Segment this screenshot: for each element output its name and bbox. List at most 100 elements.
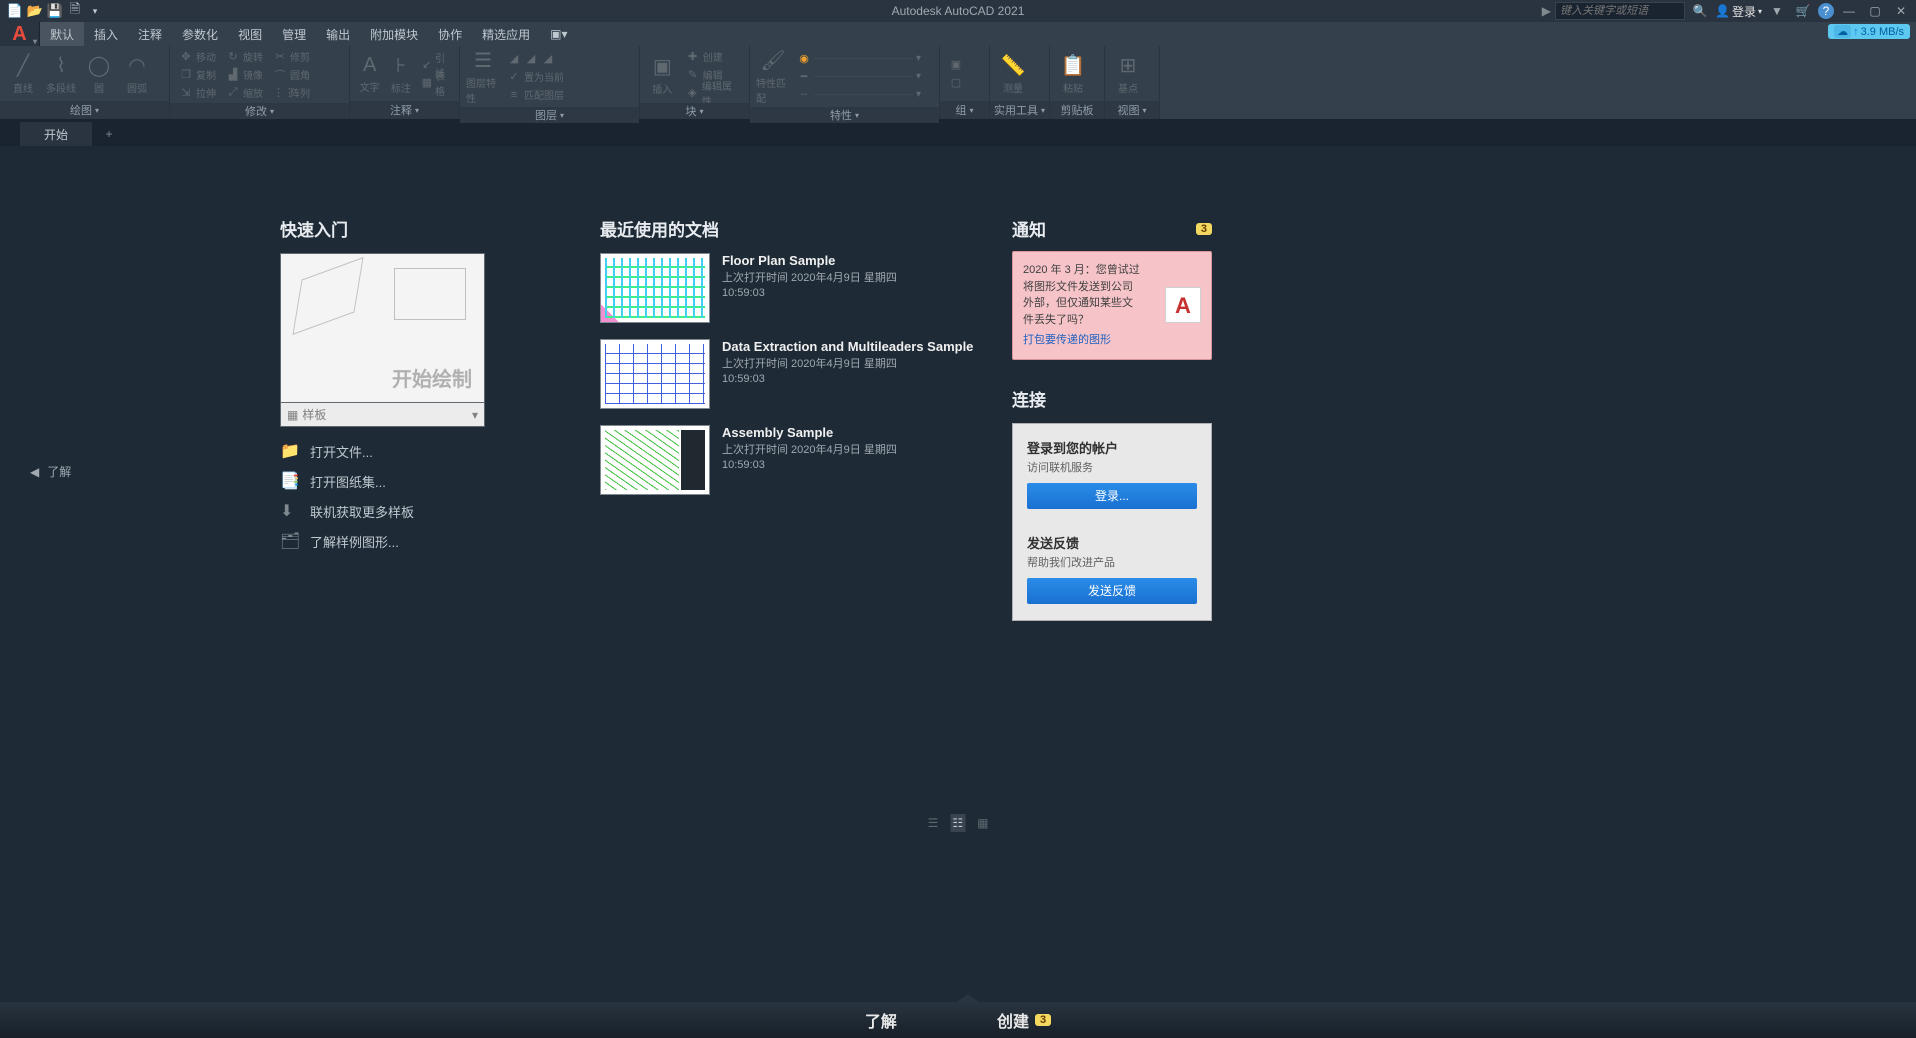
notification-card[interactable]: 2020 年 3 月：您曾试过将图形文件发送到公司外部，但仅通知某些文件丢失了吗… — [1012, 251, 1212, 360]
tab-featured[interactable]: 精选应用 — [472, 22, 540, 46]
line-button[interactable]: ╱直线 — [6, 53, 40, 95]
help-icon[interactable]: ? — [1818, 3, 1834, 19]
open-icon[interactable]: 📂 — [26, 2, 44, 20]
panel-title-block[interactable]: 块▾ — [640, 103, 749, 119]
app-menu-button[interactable]: A — [0, 22, 40, 46]
linetype-dropdown[interactable]: ┄▾ — [794, 86, 924, 103]
panel-title-view[interactable]: 视图▾ — [1105, 101, 1159, 119]
notification-count-badge: 3 — [1196, 223, 1212, 235]
fillet-button[interactable]: ⌒圆角 — [270, 66, 313, 83]
start-drawing-tile[interactable]: 开始绘制 — [280, 253, 485, 403]
bottom-create-button[interactable]: 创建 3 — [997, 1008, 1051, 1032]
fillet-icon: ⌒ — [273, 67, 287, 83]
cart-icon[interactable]: 🛒 — [1792, 1, 1814, 21]
tab-annotate[interactable]: 注释 — [128, 22, 172, 46]
tab-collab[interactable]: 协作 — [428, 22, 472, 46]
stretch-button[interactable]: ⇲拉伸 — [176, 84, 219, 101]
lineweight-dropdown[interactable]: ━▾ — [794, 68, 924, 85]
tab-overflow-icon[interactable]: ▣▾ — [540, 22, 577, 46]
learn-nav-button[interactable]: ◀了解 — [30, 463, 71, 480]
autocad-logo-icon: A — [1165, 287, 1201, 323]
recent-timestamp: 10:59:03 — [722, 286, 897, 301]
layerprops-button[interactable]: ☰图层特性 — [466, 48, 500, 105]
panel-title-draw[interactable]: 绘图▾ — [0, 101, 169, 119]
bottom-learn-button[interactable]: 了解 — [865, 1008, 897, 1032]
layer-row1[interactable]: ◢◢◢ — [504, 50, 567, 67]
scale-button[interactable]: ⤢缩放 — [223, 84, 266, 101]
panel-title-annot[interactable]: 注释▾ — [350, 101, 459, 119]
tab-view[interactable]: 视图 — [228, 22, 272, 46]
panel-title-layer[interactable]: 图层▾ — [460, 107, 639, 123]
setcurrent-button[interactable]: ✓置为当前 — [504, 68, 567, 85]
tab-insert[interactable]: 插入 — [84, 22, 128, 46]
maximize-button[interactable]: ▢ — [1864, 1, 1886, 21]
rotate-button[interactable]: ↻旋转 — [223, 48, 266, 65]
qat-dropdown-icon[interactable]: ▾ — [86, 2, 104, 20]
basepoint-button[interactable]: ⊞基点 — [1111, 53, 1145, 95]
trim-button[interactable]: ✂修剪 — [270, 48, 313, 65]
network-speed-widget[interactable]: ☁↑3.9 MB/s — [1828, 24, 1910, 39]
panel-title-group[interactable]: 组▾ — [940, 101, 989, 119]
signin-button[interactable]: 👤登录▾ — [1715, 3, 1762, 20]
recent-item[interactable]: Floor Plan Sample 上次打开时间 2020年4月9日 星期四 1… — [600, 253, 980, 323]
online-templates-link[interactable]: ⬇联机获取更多样板 — [280, 501, 490, 521]
dimension-button[interactable]: ⊦标注 — [387, 53, 414, 95]
arc-button[interactable]: ◠圆弧 — [120, 53, 154, 95]
ungroup-button[interactable]: ▢ — [946, 74, 966, 91]
circle-button[interactable]: ◯圆 — [82, 53, 116, 95]
sample-drawings-link[interactable]: 🗂了解样例图形... — [280, 531, 490, 551]
mirror-button[interactable]: ▟镜像 — [223, 66, 266, 83]
insert-icon: ▣ — [653, 54, 672, 79]
text-button[interactable]: A文字 — [356, 54, 383, 94]
ribbon-tab-bar: A 默认 插入 注释 参数化 视图 管理 输出 附加模块 协作 精选应用 ▣▾ — [0, 22, 1916, 46]
view-detail-icon[interactable]: ☷ — [950, 814, 965, 832]
paste-button[interactable]: 📋粘贴 — [1056, 53, 1090, 95]
polyline-button[interactable]: ⌇多段线 — [44, 53, 78, 95]
recent-item[interactable]: Data Extraction and Multileaders Sample … — [600, 339, 980, 409]
insert-button[interactable]: ▣插入 — [646, 54, 679, 96]
editattr-button[interactable]: ◈编辑属性 — [683, 84, 743, 101]
panel-title-clip[interactable]: 剪贴板 — [1050, 101, 1104, 119]
open-sheetset-link[interactable]: 📑打开图纸集... — [280, 471, 490, 491]
panel-title-modify[interactable]: 修改▾ — [170, 103, 349, 119]
document-tab-start[interactable]: 开始 — [20, 122, 92, 146]
view-list-icon[interactable]: ☰ — [926, 814, 941, 832]
exchange-icon[interactable]: ▼ — [1766, 1, 1788, 21]
color-dropdown[interactable]: ◉▾ — [794, 50, 924, 67]
tab-default[interactable]: 默认 — [40, 22, 84, 46]
group-button[interactable]: ▣ — [946, 56, 966, 73]
tab-manage[interactable]: 管理 — [272, 22, 316, 46]
stretch-icon: ⇲ — [179, 86, 193, 99]
array-button[interactable]: ⋮⋮阵列 — [270, 84, 313, 101]
sheetset-icon: 📑 — [280, 471, 300, 491]
bottom-nav: 了解 创建 3 — [0, 1002, 1916, 1038]
matchlayer-button[interactable]: ≡匹配图层 — [504, 86, 567, 103]
open-file-link[interactable]: 📁打开文件... — [280, 441, 490, 461]
tab-parametric[interactable]: 参数化 — [172, 22, 228, 46]
notification-link[interactable]: 打包要传递的图形 — [1023, 332, 1143, 349]
close-button[interactable]: ✕ — [1890, 1, 1912, 21]
template-dropdown[interactable]: ▦样板 ▾ — [280, 403, 485, 427]
new-tab-button[interactable]: + — [94, 122, 124, 146]
search-input[interactable] — [1555, 2, 1685, 20]
move-button[interactable]: ✥移动 — [176, 48, 219, 65]
view-grid-icon[interactable]: ▦ — [975, 814, 990, 832]
recent-item[interactable]: Assembly Sample 上次打开时间 2020年4月9日 星期四 10:… — [600, 425, 980, 495]
feedback-button[interactable]: 发送反馈 — [1027, 578, 1197, 604]
table-button[interactable]: ▦表格 — [419, 74, 453, 91]
new-icon[interactable]: 📄 — [6, 2, 24, 20]
minimize-button[interactable]: — — [1838, 1, 1860, 21]
matchprops-button[interactable]: 🖌特性匹配 — [756, 48, 790, 105]
signin-button-main[interactable]: 登录... — [1027, 483, 1197, 509]
measure-button[interactable]: 📏测量 — [996, 53, 1030, 95]
create-button[interactable]: ✚创建 — [683, 48, 743, 65]
search-trigger-icon[interactable]: ▶ — [1542, 4, 1551, 18]
tab-output[interactable]: 输出 — [316, 22, 360, 46]
panel-title-props[interactable]: 特性▾ — [750, 107, 939, 123]
search-icon[interactable]: 🔍 — [1689, 1, 1711, 21]
copy-button[interactable]: ❐复制 — [176, 66, 219, 83]
tab-addins[interactable]: 附加模块 — [360, 22, 428, 46]
panel-title-util[interactable]: 实用工具▾ — [990, 101, 1049, 119]
saveas-icon[interactable]: 🗎 — [66, 2, 84, 20]
save-icon[interactable]: 💾 — [46, 2, 64, 20]
